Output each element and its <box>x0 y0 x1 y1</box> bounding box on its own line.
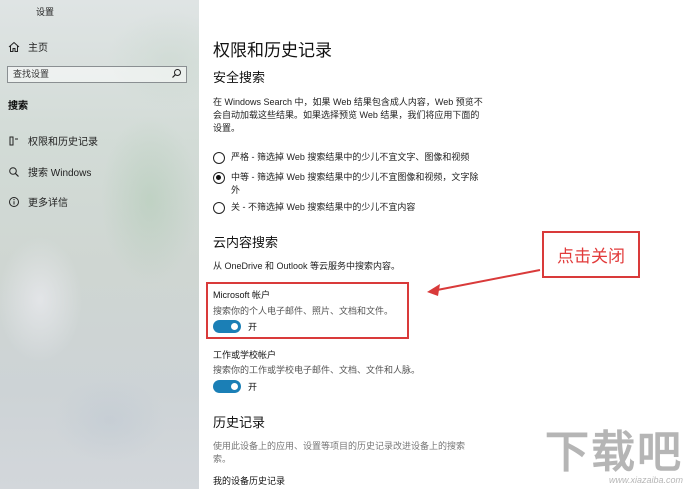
watermark-text: 下载吧 <box>545 427 683 478</box>
annotation-callout: 点击关闭 <box>542 231 640 278</box>
callout-text: 点击关闭 <box>557 247 625 266</box>
watermark: 下载吧 www.xiazaiba.com <box>545 427 683 486</box>
